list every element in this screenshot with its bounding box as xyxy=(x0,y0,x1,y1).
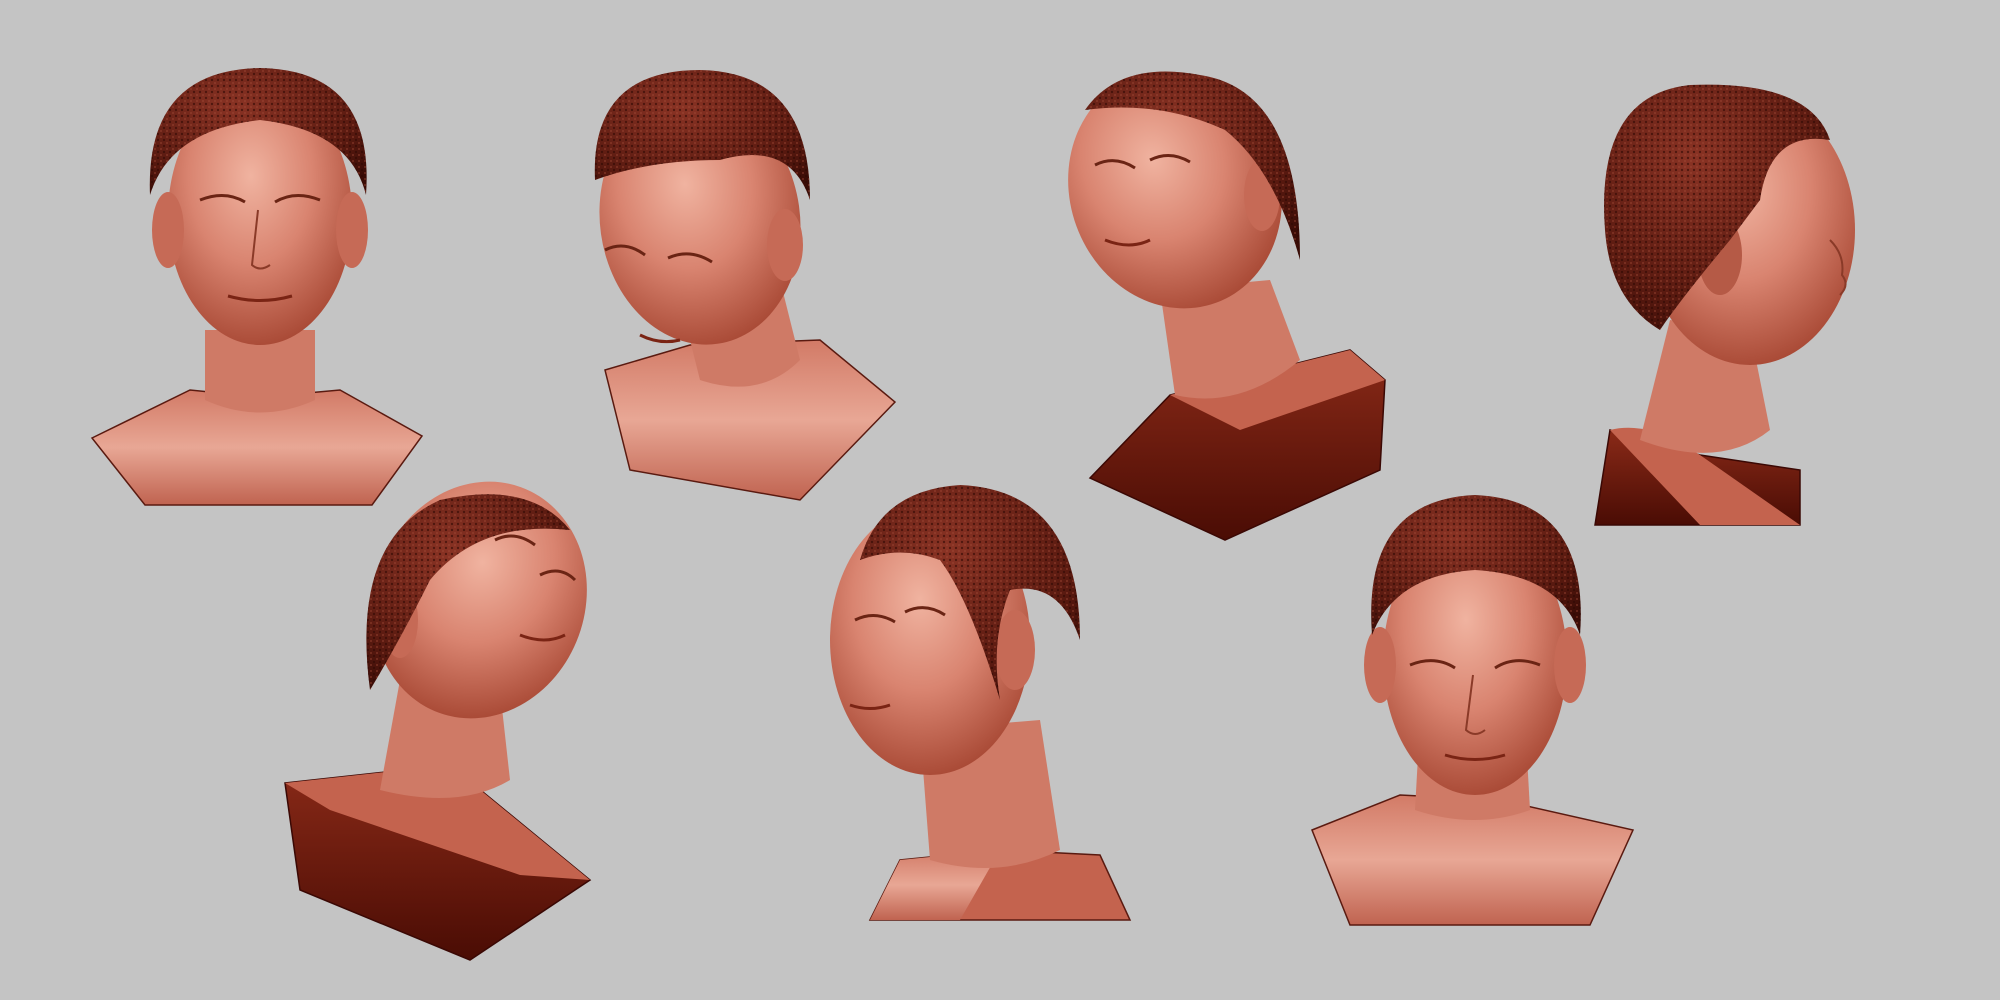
bust-three-quarter-down xyxy=(594,70,897,501)
bust-front xyxy=(90,68,424,506)
bust-front-low xyxy=(1311,495,1635,926)
bust-low-angle xyxy=(284,481,592,961)
viewport-canvas xyxy=(0,0,2000,1000)
bust-right-profile xyxy=(1594,84,1855,526)
bust-three-quarter-up xyxy=(1068,71,1386,541)
bust-left-three-quarter xyxy=(830,485,1132,921)
sculpt-render xyxy=(90,68,1855,961)
